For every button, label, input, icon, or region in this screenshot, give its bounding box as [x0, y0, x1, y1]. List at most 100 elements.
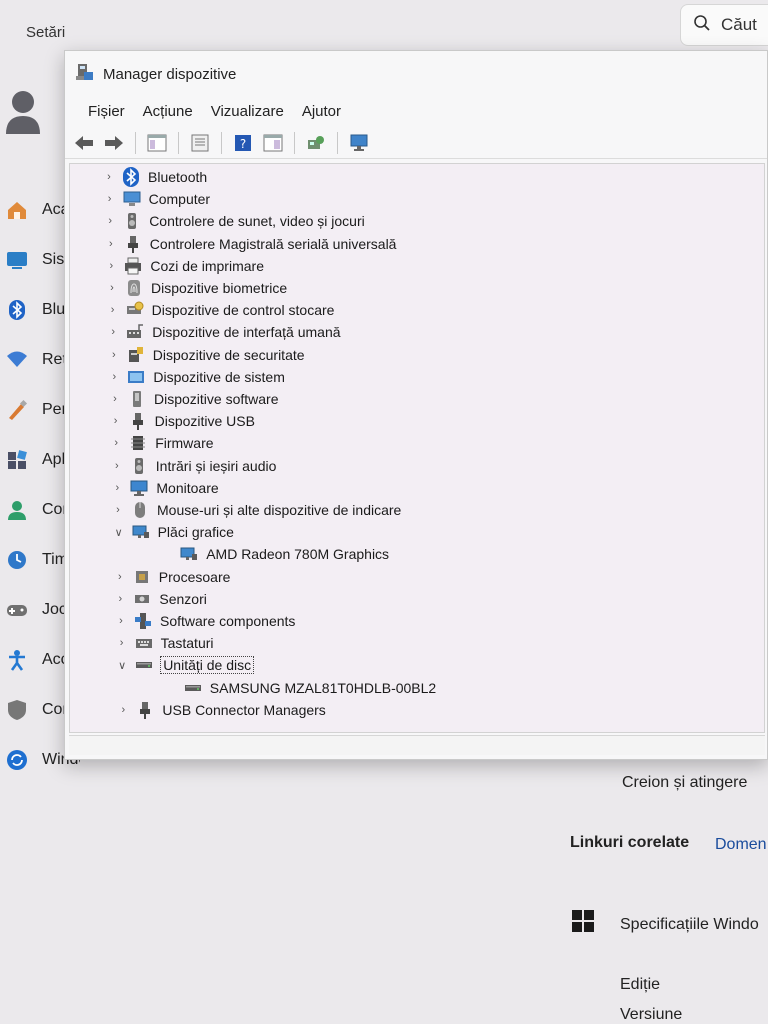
device-tree-category[interactable]: › Controlere Magistrală serială universal… — [104, 233, 396, 255]
device-tree-label: Dispozitive de securitate — [152, 346, 305, 363]
device-tree-label: Dispozitive biometrice — [151, 280, 288, 296]
bluetooth-icon — [122, 167, 140, 187]
device-tree-label: Tastaturi — [160, 635, 214, 652]
device-manager-title: Manager dispozitive — [103, 65, 237, 83]
software-device-icon — [128, 390, 146, 408]
usb-plug-icon — [136, 701, 154, 719]
device-tree-category[interactable]: › Monitoare — [110, 477, 219, 499]
device-tree-category[interactable]: › Intrări și ieșiri audio — [110, 455, 277, 477]
chevron-right-icon[interactable]: › — [104, 237, 118, 251]
chevron-right-icon[interactable]: › — [103, 214, 117, 228]
chevron-right-icon[interactable]: › — [104, 259, 118, 273]
device-tree-category[interactable]: ∨ Plăci grafice — [112, 521, 234, 543]
chevron-right-icon[interactable]: › — [108, 392, 122, 406]
clock-globe-icon — [6, 549, 28, 571]
device-tree-label: Dispozitive de control stocare — [151, 302, 335, 319]
device-tree-label: Dispozitive de interfață umană — [152, 324, 341, 341]
device-tree-label: Intrări și ieșiri audio — [155, 457, 277, 474]
chevron-right-icon[interactable]: › — [102, 170, 116, 184]
device-tree-label: Firmware — [155, 435, 214, 452]
gamepad-icon — [6, 599, 28, 621]
device-tree-category[interactable]: › Mouse-uri și alte dispozitive de indica… — [111, 499, 401, 521]
device-tree-category[interactable]: › Firmware — [109, 432, 213, 454]
back-arrow-icon[interactable] — [71, 131, 97, 155]
chevron-right-icon[interactable]: › — [103, 192, 117, 206]
accessibility-icon — [6, 649, 28, 671]
chevron-right-icon[interactable]: › — [107, 348, 121, 362]
device-tree-child-item[interactable]: ›SAMSUNG MZAL81T0HDLB-00BL2 — [164, 677, 436, 699]
device-manager-titlebar[interactable]: Manager dispozitive — [65, 51, 767, 97]
device-tree-category[interactable]: › Dispozitive USB — [109, 410, 255, 432]
device-tree-category[interactable]: › Procesoare — [113, 566, 230, 588]
menu-help[interactable]: Ajutor — [293, 103, 350, 120]
chevron-right-icon[interactable]: › — [110, 481, 124, 495]
chevron-down-icon[interactable]: ∨ — [115, 658, 129, 672]
fingerprint-icon — [125, 279, 143, 297]
chevron-right-icon[interactable]: › — [109, 414, 123, 428]
domain-link[interactable]: Domen — [715, 836, 767, 854]
device-tree-category[interactable]: › Dispozitive biometrice — [105, 277, 287, 299]
device-tree-label: USB Connector Managers — [162, 701, 326, 718]
menu-view[interactable]: Vizualizare — [202, 103, 293, 120]
device-tree-category[interactable]: › Tastaturi — [115, 632, 214, 654]
shield-icon — [6, 699, 28, 721]
chevron-right-icon[interactable]: › — [115, 636, 129, 650]
device-tree-label: Controlere de sunet, video și jocuri — [149, 213, 365, 230]
chevron-right-icon[interactable]: › — [106, 303, 120, 317]
chevron-right-icon[interactable]: › — [113, 570, 127, 584]
device-tree-category[interactable]: ∨ Unități de disc — [115, 654, 255, 676]
device-tree-category[interactable]: › Controlere de sunet, video și jocuri — [103, 210, 365, 232]
windows-logo-icon — [572, 910, 594, 932]
printer-icon — [124, 257, 142, 275]
pen-touch-item[interactable]: Creion și atingere — [622, 774, 747, 792]
menu-file[interactable]: Fișier — [79, 103, 134, 120]
status-bar — [69, 735, 765, 755]
usb-plug-icon — [129, 412, 147, 431]
device-tree-category[interactable]: › Bluetooth — [102, 166, 207, 188]
display-adapter-icon — [180, 545, 198, 563]
device-tree-label: Unități de disc — [160, 656, 255, 675]
device-tree-category[interactable]: › Dispozitive de sistem — [107, 366, 285, 388]
help-icon[interactable]: ? — [230, 131, 256, 155]
forward-arrow-icon[interactable] — [101, 131, 127, 155]
device-tree-label: Dispozitive de sistem — [153, 368, 285, 385]
device-tree-category[interactable]: › Senzori — [113, 588, 207, 610]
device-tree-category[interactable]: › Dispozitive de interfață umană — [106, 321, 340, 343]
device-tree-category[interactable]: › Dispozitive de securitate — [107, 344, 305, 366]
chevron-right-icon[interactable]: › — [111, 503, 125, 517]
chevron-right-icon[interactable]: › — [114, 614, 128, 628]
device-manager-window[interactable]: Manager dispozitive Fișier Acțiune Vizua… — [64, 50, 768, 760]
device-tree-label: Software components — [160, 613, 296, 629]
chevron-right-icon[interactable]: › — [106, 325, 120, 339]
svg-text:?: ? — [240, 137, 246, 151]
device-tree-label: AMD Radeon 780M Graphics — [206, 546, 390, 563]
properties-icon[interactable] — [187, 131, 213, 155]
chevron-right-icon[interactable]: › — [105, 281, 119, 295]
device-tree-category[interactable]: › USB Connector Managers — [116, 699, 326, 721]
device-tree-category[interactable]: › Dispozitive software — [108, 388, 279, 410]
scan-hardware-changes-icon[interactable] — [303, 131, 329, 155]
usb-plug-icon — [124, 235, 142, 253]
show-hide-console-tree-icon[interactable] — [144, 131, 170, 155]
avatar[interactable] — [4, 88, 42, 136]
chevron-right-icon[interactable]: › — [107, 370, 121, 384]
settings-search-box[interactable]: Căut — [680, 4, 768, 46]
device-tree-label: SAMSUNG MZAL81T0HDLB-00BL2 — [209, 679, 437, 696]
chevron-right-icon[interactable]: › — [109, 436, 123, 450]
chevron-down-icon[interactable]: ∨ — [112, 525, 126, 539]
chevron-right-icon[interactable]: › — [113, 592, 127, 606]
device-tree-category[interactable]: › Cozi de imprimare — [104, 255, 264, 277]
keyboard-icon — [135, 634, 153, 652]
chevron-right-icon[interactable]: › — [116, 703, 130, 717]
device-tree[interactable]: › Bluetooth › Computer › Controlere de sunet,… — [69, 163, 765, 733]
windows-specs-heading[interactable]: Specificațiile Windo — [620, 916, 759, 934]
action-pane-icon[interactable] — [260, 131, 286, 155]
device-tree-child-item[interactable]: ›AMD Radeon 780M Graphics — [160, 543, 389, 565]
monitor-toolbar-icon[interactable] — [346, 131, 372, 155]
device-tree-category[interactable]: › Computer — [103, 188, 210, 210]
device-tree-label: Mouse-uri și alte dispozitive de indicar… — [157, 502, 402, 518]
device-tree-category[interactable]: › Software components — [114, 610, 295, 632]
device-tree-category[interactable]: › Dispozitive de control stocare — [106, 299, 335, 321]
chevron-right-icon[interactable]: › — [110, 459, 124, 473]
menu-action[interactable]: Acțiune — [134, 103, 202, 120]
